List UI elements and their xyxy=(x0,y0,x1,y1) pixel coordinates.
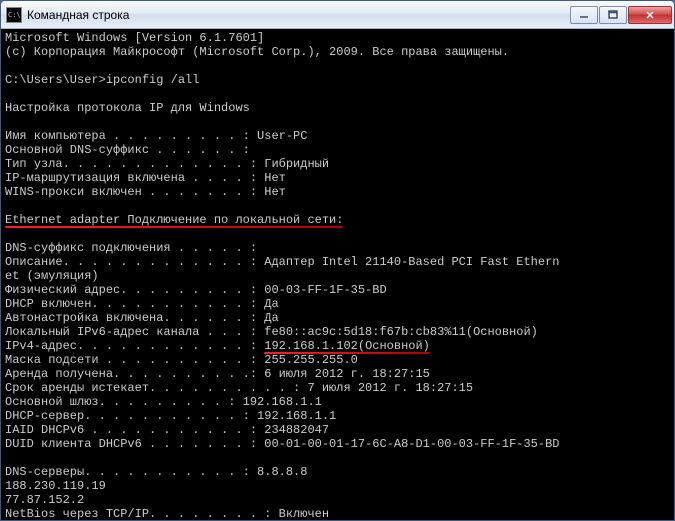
text-line: Физический адрес. . . . . . . . . : 00-0… xyxy=(5,283,670,297)
text-line: Описание. . . . . . . . . . . . . : Адап… xyxy=(5,255,670,269)
text-line: DNS-суффикс подключения . . . . . : xyxy=(5,241,670,255)
text-line: 188.230.119.19 xyxy=(5,479,670,493)
text-line: Срок аренды истекает. . . . . . . . . . … xyxy=(5,381,670,395)
highlight-underline: 192.168.1.102(Основной) xyxy=(264,339,430,353)
text-line: Настройка протокола IP для Windows xyxy=(5,101,670,115)
text-line xyxy=(5,59,670,73)
text-line xyxy=(5,451,670,465)
text-line: DHCP включен. . . . . . . . . . . : Да xyxy=(5,297,670,311)
text-line: Основной шлюз. . . . . . . . . : 192.168… xyxy=(5,395,670,409)
text-line: Microsoft Windows [Version 6.1.7601] xyxy=(5,31,670,45)
text-line: Маска подсети . . . . . . . . . . : 255.… xyxy=(5,353,670,367)
text-line xyxy=(5,227,670,241)
prompt-line: C:\Users\User>ipconfig /all xyxy=(5,73,670,87)
text-line: Локальный IPv6-адрес канала . . . : fe80… xyxy=(5,325,670,339)
window-controls xyxy=(569,6,672,24)
text-line: Имя компьютера . . . . . . . . . : User-… xyxy=(5,129,670,143)
console-output[interactable]: Microsoft Windows [Version 6.1.7601] (c)… xyxy=(1,29,674,521)
text-line: (c) Корпорация Майкрософт (Microsoft Cor… xyxy=(5,45,670,59)
text-line: Тип узла. . . . . . . . . . . . . : Гибр… xyxy=(5,157,670,171)
maximize-button[interactable] xyxy=(599,6,627,24)
text-line: DNS-серверы. . . . . . . . . . . : 8.8.8… xyxy=(5,465,670,479)
window-title: Командная строка xyxy=(27,8,569,22)
text-line: Автонастройка включена. . . . . . : Да xyxy=(5,311,670,325)
highlight-underline: Ethernet adapter Подключение по локально… xyxy=(5,213,343,227)
titlebar[interactable]: Командная строка xyxy=(1,1,674,29)
text-line: IP-маршрутизация включена . . . . : Нет xyxy=(5,171,670,185)
text-line: et (эмуляция) xyxy=(5,269,670,283)
ipv4-line: IPv4-адрес. . . . . . . . . . . . : 192.… xyxy=(5,339,670,353)
text-line: DUID клиента DHCPv6 . . . . . . . : 00-0… xyxy=(5,437,670,451)
close-button[interactable] xyxy=(628,6,672,24)
text-line: 77.87.152.2 xyxy=(5,493,670,507)
text-line: Аренда получена. . . . . . . . . .: 6 ию… xyxy=(5,367,670,381)
text-line: NetBios через TCP/IP. . . . . . . . : Вк… xyxy=(5,507,670,521)
minimize-button[interactable] xyxy=(570,6,598,24)
text-line xyxy=(5,115,670,129)
text-line xyxy=(5,87,670,101)
cmd-icon xyxy=(6,7,22,23)
cmd-window: Командная строка Microsoft Windows [Vers… xyxy=(0,0,675,521)
text-line: IAID DHCPv6 . . . . . . . . . . . : 2348… xyxy=(5,423,670,437)
text-line: DHCP-сервер. . . . . . . . . . . : 192.1… xyxy=(5,409,670,423)
adapter-header: Ethernet adapter Подключение по локально… xyxy=(5,213,670,227)
text-line xyxy=(5,199,670,213)
text-line: WINS-прокси включен . . . . . . . : Нет xyxy=(5,185,670,199)
text-line: Основной DNS-суффикс . . . . . . : xyxy=(5,143,670,157)
